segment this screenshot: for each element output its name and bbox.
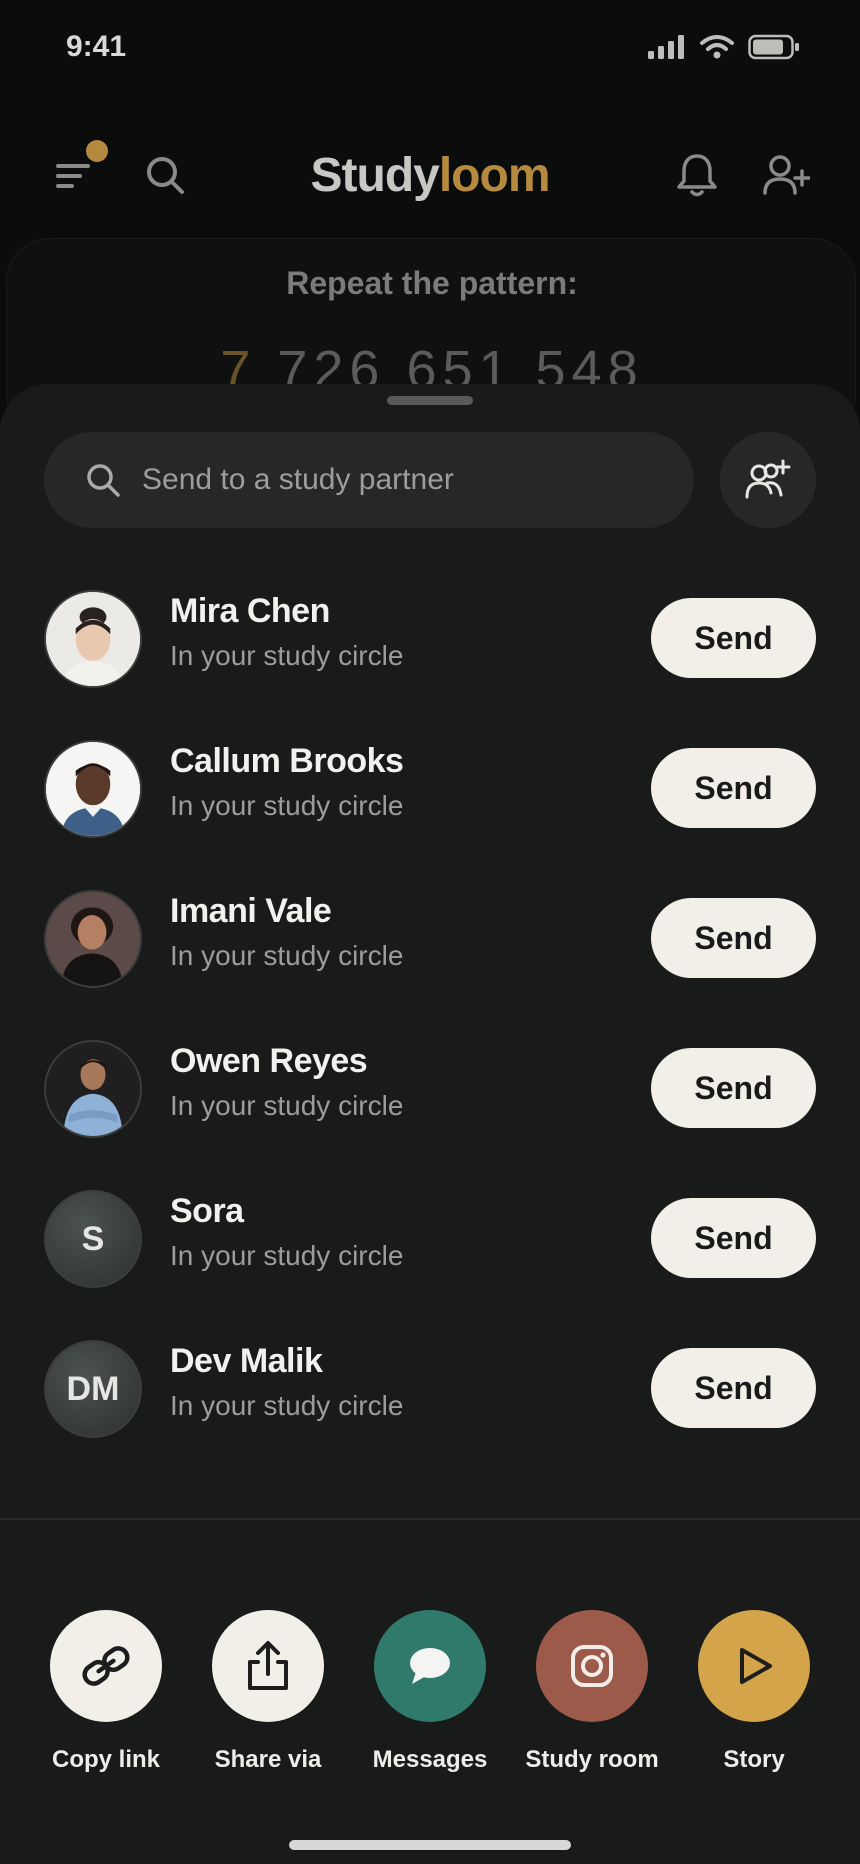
share-study-room[interactable]: Study room xyxy=(525,1610,659,1773)
contact-subtitle: In your study circle xyxy=(170,1090,404,1121)
send-button[interactable]: Send xyxy=(651,898,816,978)
sheet-handle[interactable] xyxy=(387,396,473,405)
home-indicator xyxy=(289,1840,571,1850)
contact-name: Imani Vale xyxy=(170,892,332,930)
contact-name: Mira Chen xyxy=(170,592,330,630)
add-friend-icon[interactable] xyxy=(760,150,812,200)
contact-name: Dev Malik xyxy=(170,1342,323,1380)
contact-subtitle: In your study circle xyxy=(170,1390,404,1421)
status-icons xyxy=(648,34,800,60)
share-icon[interactable] xyxy=(212,1610,324,1722)
divider xyxy=(0,1518,860,1520)
contact-row: DM Dev Malik In your study circle Send xyxy=(0,1334,860,1444)
pattern-prompt: Repeat the pattern: xyxy=(286,265,578,301)
avatar xyxy=(44,740,142,838)
status-time: 9:41 xyxy=(66,30,127,63)
contact-subtitle: In your study circle xyxy=(170,940,404,971)
wifi-icon xyxy=(700,35,734,59)
share-messages[interactable]: Messages xyxy=(373,1610,487,1773)
battery-icon xyxy=(748,34,799,60)
avatar xyxy=(44,590,142,688)
signal-icon xyxy=(648,35,684,59)
contact-subtitle: In your study circle xyxy=(170,1240,404,1271)
contact-subtitle: In your study circle xyxy=(170,640,404,671)
app-logo: Studyloom xyxy=(310,149,551,202)
avatar: S xyxy=(44,1190,142,1288)
contact-name: Callum Brooks xyxy=(170,742,404,780)
bell-icon[interactable] xyxy=(672,150,722,200)
send-button[interactable]: Send xyxy=(651,748,816,828)
contact-row: Mira Chen In your study circle Send xyxy=(0,584,860,694)
chat-bubble-icon[interactable] xyxy=(374,1610,486,1722)
send-button[interactable]: Send xyxy=(651,1348,816,1428)
share-sheet: Send to a study partner Mira Chen In you… xyxy=(0,384,860,1864)
contact-row: Imani Vale In your study circle Send xyxy=(0,884,860,994)
instagram-icon[interactable] xyxy=(536,1610,648,1722)
top-nav: Studyloom xyxy=(0,130,860,220)
contact-name: Owen Reyes xyxy=(170,1042,368,1080)
play-icon[interactable] xyxy=(698,1610,810,1722)
status-bar: 9:41 xyxy=(0,0,860,100)
contact-row: Owen Reyes In your study circle Send xyxy=(0,1034,860,1144)
contact-subtitle: In your study circle xyxy=(170,790,404,821)
avatar: DM xyxy=(44,1340,142,1438)
send-button[interactable]: Send xyxy=(651,1198,816,1278)
contact-row: S Sora In your study circle Send xyxy=(0,1184,860,1294)
search-placeholder: Send to a study partner xyxy=(142,463,454,496)
search-input[interactable]: Send to a study partner xyxy=(44,432,694,528)
share-copy-link[interactable]: Copy link xyxy=(50,1610,162,1773)
search-icon xyxy=(87,464,120,497)
link-icon[interactable] xyxy=(50,1610,162,1722)
send-button[interactable]: Send xyxy=(651,1048,816,1128)
contact-row: Callum Brooks In your study circle Send xyxy=(0,734,860,844)
share-label: Story xyxy=(723,1746,785,1773)
send-button[interactable]: Send xyxy=(651,598,816,678)
share-story[interactable]: Story xyxy=(698,1610,810,1773)
avatar xyxy=(44,1040,142,1138)
avatar xyxy=(44,890,142,988)
notification-dot xyxy=(86,140,108,162)
add-group-icon xyxy=(745,459,791,499)
add-group-button[interactable] xyxy=(720,432,816,528)
contact-name: Sora xyxy=(170,1192,244,1230)
share-via[interactable]: Share via xyxy=(212,1610,324,1773)
